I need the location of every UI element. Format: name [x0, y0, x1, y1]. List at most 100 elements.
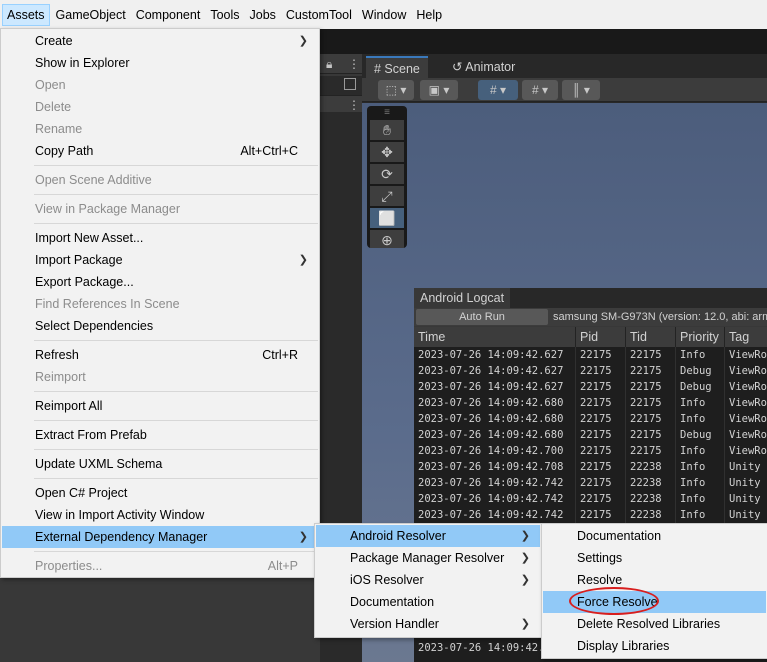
menu-dots-icon[interactable]: ⋮ [348, 57, 360, 71]
menu-item-label: Properties... [35, 559, 103, 573]
log-cell-tag: ViewRo [729, 365, 767, 377]
log-row[interactable]: 2023-07-26 14:09:42.742 22175 22238 Info Uni… [414, 491, 767, 507]
rotate-tool-icon[interactable]: ⟳ [370, 164, 404, 184]
log-cell-pid: 22175 [576, 475, 626, 491]
column-header-pid[interactable]: Pid [576, 327, 626, 347]
menu-item-properties[interactable]: Properties... Alt+P [2, 555, 318, 577]
menu-tools[interactable]: Tools [206, 4, 243, 26]
menu-item-reimport[interactable]: Reimport [2, 366, 318, 388]
menu-item-label: Package Manager Resolver [350, 551, 505, 565]
grid-snap-toggle[interactable]: # ▾ [478, 80, 518, 100]
log-cell-tag: Unity [729, 461, 761, 473]
log-row[interactable]: 2023-07-26 14:09:42.627 22175 22175 Debug Vi… [414, 379, 767, 395]
menu-item-label: Copy Path [35, 144, 94, 158]
log-cell-priority: Info [676, 395, 725, 411]
menu-item-ios-resolver[interactable]: iOS Resolver ❯ [316, 569, 540, 591]
transform-tool-icon[interactable]: ⊕ [370, 230, 404, 248]
menu-item-documentation[interactable]: Documentation [316, 591, 540, 613]
menu-item-extract-from-prefab[interactable]: Extract From Prefab [2, 424, 318, 446]
tool-palette: ≡ ✋︎ ✥ ⟳ ⤢ ⬜ ⊕ [367, 106, 407, 248]
log-row[interactable]: 2023-07-26 14:09:42.627 22175 22175 Debug Vi… [414, 363, 767, 379]
menu-item-package-manager-resolver[interactable]: Package Manager Resolver ❯ [316, 547, 540, 569]
log-cell-priority: Info [676, 475, 725, 491]
column-header-time[interactable]: Time [414, 327, 576, 347]
log-cell-priority: Info [676, 459, 725, 475]
copy-icon[interactable] [344, 78, 356, 90]
log-cell-tag: Unity [729, 493, 761, 505]
log-cell-priority: Debug [676, 427, 725, 443]
column-header-priority[interactable]: Priority [676, 327, 725, 347]
menu-item-version-handler[interactable]: Version Handler ❯ [316, 613, 540, 635]
log-cell-priority: Info [676, 443, 725, 459]
menu-item-refresh[interactable]: Refresh Ctrl+R [2, 344, 318, 366]
menu-item-rename[interactable]: Rename [2, 118, 318, 140]
scene-toolbar: ⬚ ▾ ▣ ▾ # ▾ # ▾ ║ ▾ [362, 78, 767, 102]
menu-jobs[interactable]: Jobs [246, 4, 280, 26]
menu-item-select-dependencies[interactable]: Select Dependencies [2, 315, 318, 337]
log-cell-time: 2023-07-26 14:09:42.742 [414, 475, 576, 491]
log-row[interactable]: 2023-07-26 14:09:42.742 22175 22238 Info Uni… [414, 507, 767, 523]
log-cell-time: 2023-07-26 14:09:42.627 [414, 347, 576, 363]
menu-item-view-in-import-activity[interactable]: View in Import Activity Window [2, 504, 318, 526]
menu-item-resolve[interactable]: Resolve [543, 569, 766, 591]
menu-gameobject[interactable]: GameObject [52, 4, 130, 26]
log-cell-tag: ViewRo [729, 445, 767, 457]
draw-mode-dropdown[interactable]: ⬚ ▾ [378, 80, 414, 100]
column-header-tid[interactable]: Tid [626, 327, 676, 347]
log-row[interactable]: 2023-07-26 14:09:42.680 22175 22175 Debug Vi… [414, 427, 767, 443]
menu-item-documentation[interactable]: Documentation [543, 525, 766, 547]
device-dropdown[interactable]: samsung SM-G973N (version: 12.0, abi: ar… [553, 309, 767, 325]
log-row[interactable]: 2023-07-26 14:09:42.708 22175 22238 Info Uni… [414, 459, 767, 475]
menu-component[interactable]: Component [132, 4, 205, 26]
menu-help[interactable]: Help [412, 4, 446, 26]
menu-item-external-dependency-manager[interactable]: External Dependency Manager ❯ [2, 526, 318, 548]
log-row[interactable]: 2023-07-26 14:09:42.680 22175 22175 Info Vie… [414, 395, 767, 411]
auto-run-button[interactable]: Auto Run [416, 309, 548, 325]
menu-separator [34, 420, 318, 421]
menu-item-export-package[interactable]: Export Package... [2, 271, 318, 293]
move-tool-icon[interactable]: ✥ [370, 142, 404, 162]
menu-item-show-in-explorer[interactable]: Show in Explorer [2, 52, 318, 74]
log-cell-tag: ViewRo [729, 429, 767, 441]
palette-handle[interactable]: ≡ [370, 108, 404, 118]
column-header-tag[interactable]: Tag [725, 327, 767, 347]
shading-dropdown[interactable]: ▣ ▾ [420, 80, 458, 100]
menu-window[interactable]: Window [358, 4, 410, 26]
menu-item-reimport-all[interactable]: Reimport All [2, 395, 318, 417]
logcat-title[interactable]: Android Logcat [414, 288, 511, 308]
log-cell-tid: 22175 [626, 347, 676, 363]
scale-tool-icon[interactable]: ⤢ [370, 186, 404, 206]
log-row[interactable]: 2023-07-26 14:09:42.742 22175 22238 Info Uni… [414, 475, 767, 491]
menu-item-open-csharp-project[interactable]: Open C# Project [2, 482, 318, 504]
tab-animator[interactable]: ↺︎ Animator [444, 56, 523, 78]
menu-assets[interactable]: Assets [2, 3, 50, 26]
hand-tool-icon[interactable]: ✋︎ [370, 120, 404, 140]
menu-item-open[interactable]: Open [2, 74, 318, 96]
menu-separator [34, 340, 318, 341]
menu-dots-icon[interactable]: ⋮ [348, 98, 360, 112]
menu-item-import-new-asset[interactable]: Import New Asset... [2, 227, 318, 249]
log-cell-tag: Unity [729, 477, 761, 489]
menu-item-view-in-package-manager[interactable]: View in Package Manager [2, 198, 318, 220]
log-row[interactable]: 2023-07-26 14:09:42.680 22175 22175 Info Vie… [414, 411, 767, 427]
log-row[interactable]: 2023-07-26 14:09:42.627 22175 22175 Info Vie… [414, 347, 767, 363]
menu-item-delete[interactable]: Delete [2, 96, 318, 118]
lock-icon[interactable]: 🔒︎ [326, 57, 332, 72]
snap-settings-dropdown[interactable]: # ▾ [522, 80, 558, 100]
menu-item-create[interactable]: Create ❯ [2, 30, 318, 52]
menu-item-settings[interactable]: Settings [543, 547, 766, 569]
tab-scene[interactable]: # Scene [366, 56, 428, 78]
increment-snap-dropdown[interactable]: ║ ▾ [562, 80, 600, 100]
menu-item-update-uxml-schema[interactable]: Update UXML Schema [2, 453, 318, 475]
rect-tool-icon[interactable]: ⬜ [370, 208, 404, 228]
menu-item-display-libraries[interactable]: Display Libraries [543, 635, 766, 657]
log-row[interactable]: 2023-07-26 14:09:42.700 22175 22175 Info Vie… [414, 443, 767, 459]
menu-item-delete-resolved-libraries[interactable]: Delete Resolved Libraries [543, 613, 766, 635]
menu-item-android-resolver[interactable]: Android Resolver ❯ [316, 525, 540, 547]
menu-item-import-package[interactable]: Import Package ❯ [2, 249, 318, 271]
menu-item-open-scene-additive[interactable]: Open Scene Additive [2, 169, 318, 191]
draw-mode-icon: ⬚ [385, 83, 397, 97]
menu-item-find-references[interactable]: Find References In Scene [2, 293, 318, 315]
menu-item-copy-path[interactable]: Copy Path Alt+Ctrl+C [2, 140, 318, 162]
menu-customtool[interactable]: CustomTool [282, 4, 356, 26]
